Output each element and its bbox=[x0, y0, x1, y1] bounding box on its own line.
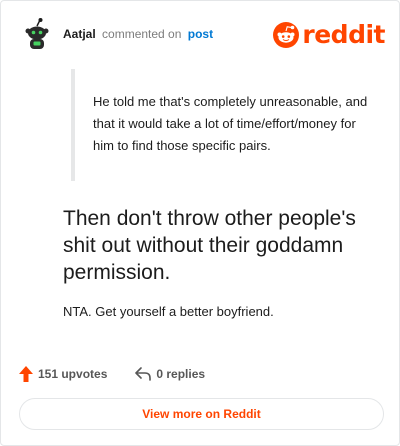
reply-arrow-icon bbox=[135, 367, 152, 381]
post-link[interactable]: post bbox=[188, 27, 213, 41]
comment-actions: 151 upvotes 0 replies bbox=[19, 363, 205, 385]
comment-header: Aatjal commented on post reddit bbox=[19, 15, 385, 55]
comment-heading: Then don't throw other people's shit out… bbox=[63, 207, 356, 284]
author-name[interactable]: Aatjal bbox=[63, 27, 96, 41]
commented-on-text: commented on bbox=[102, 27, 182, 41]
reddit-alien-icon bbox=[273, 22, 300, 48]
author-line: Aatjal commented on post bbox=[63, 26, 213, 42]
reddit-logo[interactable]: reddit bbox=[273, 19, 385, 51]
embedded-comment-card: Aatjal commented on post reddit He told … bbox=[0, 0, 400, 446]
reddit-wordmark: reddit bbox=[302, 20, 385, 49]
reply-count: 0 replies bbox=[156, 367, 206, 381]
view-more-button[interactable]: View more on Reddit bbox=[19, 398, 384, 430]
upvote-button[interactable]: 151 upvotes bbox=[19, 366, 107, 382]
comment-body: NTA. Get yourself a better boyfriend. bbox=[63, 304, 274, 319]
upvote-count: 151 upvotes bbox=[38, 367, 108, 381]
snoo-avatar-icon[interactable] bbox=[19, 17, 55, 53]
quoted-text-block: He told me that's completely unreasonabl… bbox=[71, 69, 371, 181]
upvote-arrow-icon bbox=[19, 366, 33, 382]
replies-button[interactable]: 0 replies bbox=[135, 367, 205, 381]
quote-text: He told me that's completely unreasonabl… bbox=[93, 94, 368, 153]
